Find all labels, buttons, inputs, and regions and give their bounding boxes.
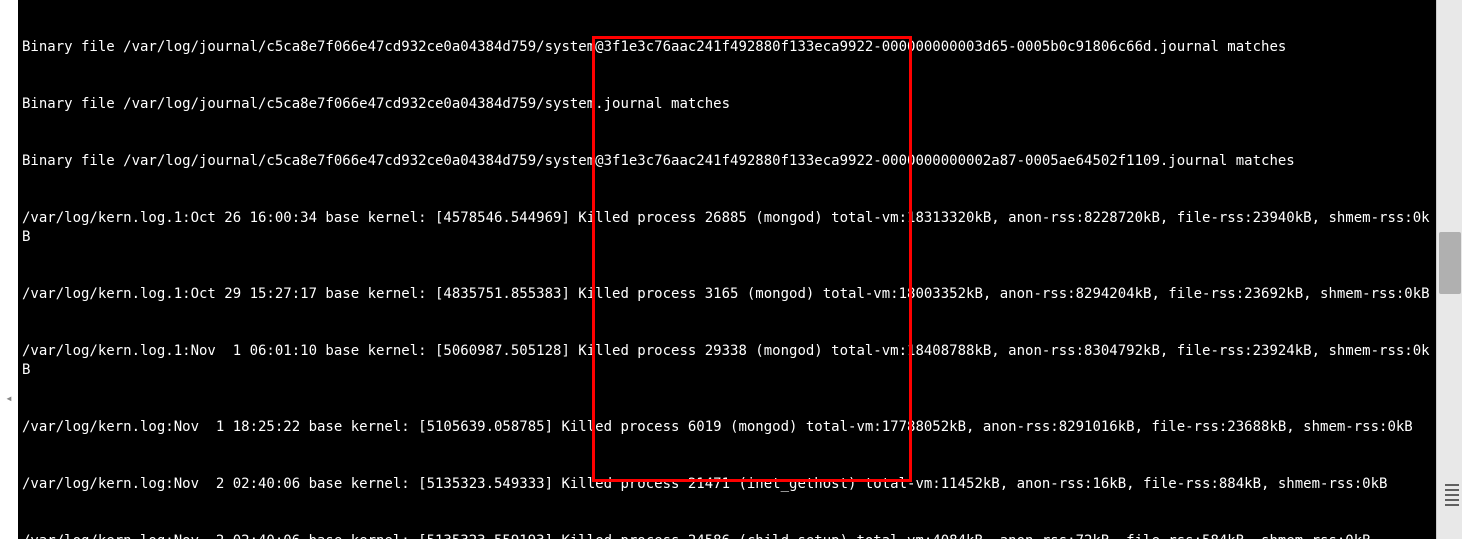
log-line: /var/log/kern.log.1:Oct 29 15:27:17 base… <box>22 285 1432 304</box>
vertical-scrollbar-track[interactable] <box>1436 0 1462 539</box>
vertical-scrollbar-thumb[interactable] <box>1439 232 1461 294</box>
scrollbar-grip-icon <box>1445 482 1459 508</box>
log-line: /var/log/kern.log:Nov 1 18:25:22 base ke… <box>22 418 1432 437</box>
log-line: /var/log/kern.log:Nov 2 02:40:06 base ke… <box>22 475 1432 494</box>
gutter-collapse-arrow-icon[interactable]: ◂ <box>3 392 15 404</box>
log-line: /var/log/kern.log:Nov 2 02:40:06 base ke… <box>22 532 1432 539</box>
log-line: Binary file /var/log/journal/c5ca8e7f066… <box>22 38 1432 57</box>
terminal-output[interactable]: Binary file /var/log/journal/c5ca8e7f066… <box>18 0 1436 539</box>
editor-left-gutter: ◂ <box>0 0 18 539</box>
log-line: Binary file /var/log/journal/c5ca8e7f066… <box>22 95 1432 114</box>
log-line: /var/log/kern.log.1:Oct 26 16:00:34 base… <box>22 209 1432 247</box>
log-line: Binary file /var/log/journal/c5ca8e7f066… <box>22 152 1432 171</box>
log-line: /var/log/kern.log.1:Nov 1 06:01:10 base … <box>22 342 1432 380</box>
